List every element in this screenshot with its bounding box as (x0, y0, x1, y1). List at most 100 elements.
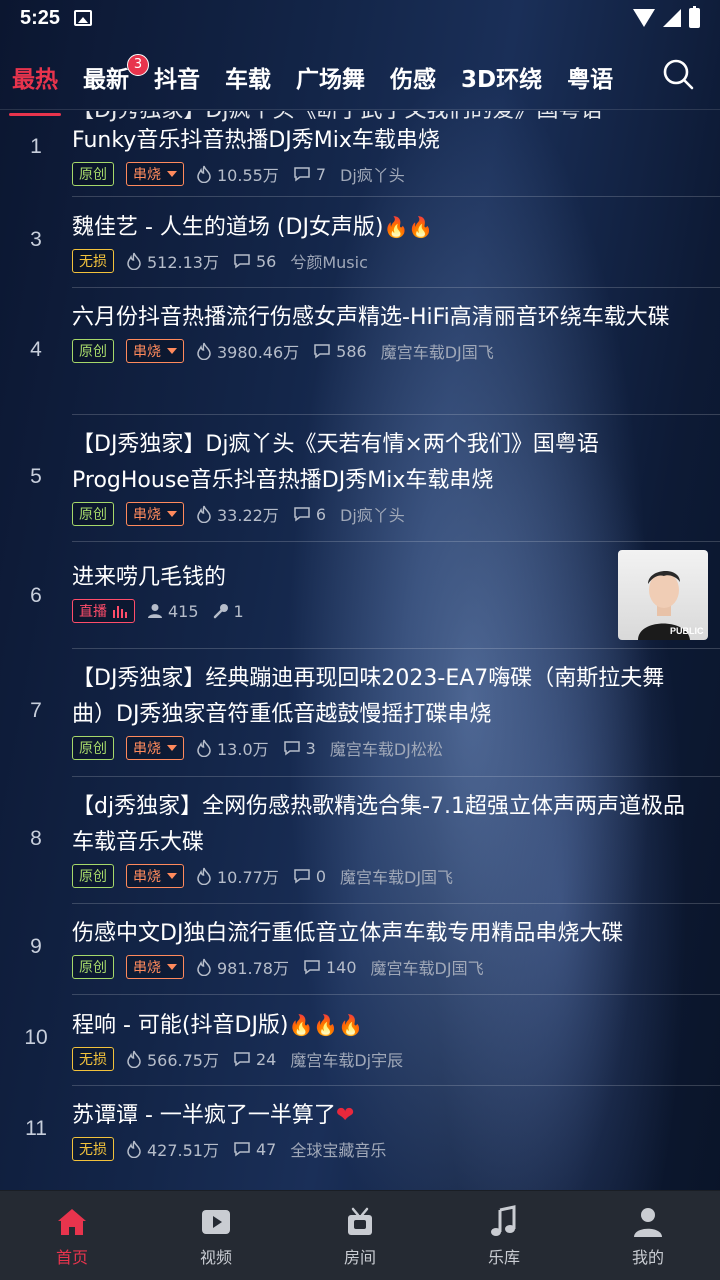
comment-icon (234, 1052, 250, 1067)
play-count-value: 13.0万 (217, 740, 269, 759)
comment-count-value: 7 (315, 164, 326, 184)
category-tabs: 最热 最新 3 抖音 车载 广场舞 伤感 3D环绕 粤语 (0, 44, 720, 116)
nav-video[interactable]: 视频 (144, 1191, 288, 1280)
flame-icon (197, 739, 211, 757)
nav-home[interactable]: 首页 (0, 1191, 144, 1280)
tab-sad[interactable]: 伤感 (390, 60, 436, 94)
status-icons (633, 6, 700, 28)
original-tag: 原创 (72, 864, 114, 888)
lossless-tag: 无损 (72, 249, 114, 273)
host-avatar-thumbnail[interactable]: PUBLIC (618, 550, 708, 640)
tab-newest-label: 最新 (83, 66, 129, 93)
list-item[interactable]: 3 魏佳艺 - 人生的道场 (DJ女声版)🔥🔥 无损 512.13万 56 兮颜… (30, 197, 720, 288)
chevron-down-icon (167, 511, 177, 517)
listener-count: 415 (147, 602, 199, 621)
tab-square-dance[interactable]: 广场舞 (296, 60, 365, 94)
song-meta: 无损 512.13万 56 兮颜Music (72, 246, 720, 276)
comment-icon (304, 960, 320, 975)
medley-tag[interactable]: 串烧 (126, 339, 184, 363)
comment-count: 3 (283, 739, 316, 758)
author-name: 魔宫车载DJ松松 (329, 740, 443, 759)
comment-icon (234, 254, 250, 269)
mic-count: 1 (213, 602, 244, 621)
search-icon[interactable] (662, 58, 694, 90)
author-name: 魔宫车载DJ国飞 (370, 959, 484, 978)
song-meta: 原创 串烧 33.22万 6 Dj疯丫头 (72, 499, 720, 529)
song-title-partial: 【DJ秀独家】Dj疯丫头《断了武了又我们的爱》国粤语 (72, 111, 720, 123)
comment-icon (294, 869, 310, 884)
nav-me-label: 我的 (631, 1247, 664, 1267)
play-count-value: 512.13万 (147, 253, 219, 272)
list-item[interactable]: 9 伤感中文DJ独白流行重低音立体声车载专用精品串烧大碟 原创 串烧 981.7… (30, 904, 720, 995)
status-time: 5:25 (20, 6, 61, 29)
song-title: 程响 - 可能(抖音DJ版) (72, 1013, 289, 1038)
play-count: 33.22万 (196, 502, 279, 526)
list-item[interactable]: 7 【DJ秀独家】经典蹦迪再现回味2023-EA7嗨碟（南斯拉夫舞曲）DJ秀独家… (30, 649, 720, 777)
comment-count: 6 (293, 505, 326, 524)
tab-cantonese[interactable]: 粤语 (567, 60, 613, 94)
song-title: 【dj秀独家】全网伤感热歌精选合集-7.1超强立体声两声道极品车载音乐大碟 (72, 794, 686, 855)
battery-icon (689, 6, 700, 28)
nav-me[interactable]: 我的 (576, 1191, 720, 1280)
live-room-item[interactable]: 6 进来唠几毛钱的 直播 415 1 PUBLIC (30, 542, 720, 649)
fire-icon: 🔥🔥 (383, 215, 434, 239)
original-tag: 原创 (72, 955, 114, 979)
play-count-value: 33.22万 (217, 506, 279, 525)
mic-count-value: 1 (233, 601, 244, 621)
medley-tag[interactable]: 串烧 (126, 864, 184, 888)
comment-count-value: 24 (256, 1049, 277, 1069)
medley-tag[interactable]: 串烧 (126, 955, 184, 979)
tab-newest[interactable]: 最新 3 (83, 53, 149, 94)
listener-count-value: 415 (168, 601, 199, 621)
fire-icon: 🔥🔥🔥 (288, 1013, 364, 1037)
rank-number: 11 (25, 1117, 47, 1140)
comment-count: 24 (233, 1050, 276, 1069)
original-tag: 原创 (72, 502, 114, 526)
comment-icon (294, 507, 310, 522)
song-title: 六月份抖音热播流行伤感女声精选-HiFi高清丽音环绕车载大碟 (72, 305, 670, 330)
tab-car[interactable]: 车载 (225, 60, 271, 94)
play-count: 981.78万 (196, 955, 289, 979)
original-tag: 原创 (72, 162, 114, 186)
list-item[interactable]: 5 【DJ秀独家】Dj疯丫头《天若有情×两个我们》国粤语ProgHouse音乐抖… (30, 415, 720, 542)
comment-icon (283, 741, 300, 756)
medley-tag[interactable]: 串烧 (126, 736, 184, 760)
song-meta: 原创 串烧 10.77万 0 魔宫车载DJ国飞 (72, 861, 720, 891)
comment-count-value: 47 (256, 1139, 277, 1159)
play-count: 427.51万 (126, 1137, 219, 1161)
song-meta: 原创 串烧 10.55万 7 Dj疯丫头 (72, 159, 720, 189)
nav-library-label: 乐库 (487, 1247, 520, 1267)
comment-count-value: 140 (326, 957, 357, 977)
list-item[interactable]: 10 程响 - 可能(抖音DJ版)🔥🔥🔥 无损 566.75万 24 魔宫车载D… (24, 995, 720, 1086)
song-title: 【DJ秀独家】经典蹦迪再现回味2023-EA7嗨碟（南斯拉夫舞曲）DJ秀独家音符… (72, 666, 665, 727)
comment-count: 47 (233, 1140, 276, 1159)
medley-tag[interactable]: 串烧 (126, 502, 184, 526)
play-count: 10.55万 (196, 162, 279, 186)
image-notification-icon (74, 10, 93, 26)
medley-tag[interactable]: 串烧 (126, 162, 184, 186)
list-item[interactable]: 4 六月份抖音热播流行伤感女声精选-HiFi高清丽音环绕车载大碟 原创 串烧 3… (30, 288, 720, 415)
tab-3d-surround[interactable]: 3D环绕 (461, 60, 542, 94)
flame-icon (197, 958, 211, 976)
list-item[interactable]: 1 【DJ秀独家】Dj疯丫头《断了武了又我们的爱》国粤语 Funky音乐抖音热播… (30, 111, 720, 197)
list-item[interactable]: 11 苏谭谭 - 一半疯了一半算了❤ 无损 427.51万 47 全球宝藏音乐 (25, 1086, 720, 1177)
rank-number: 7 (30, 699, 42, 722)
song-title-line: 苏谭谭 - 一半疯了一半算了❤ (72, 1098, 720, 1134)
song-title-line: 魏佳艺 - 人生的道场 (DJ女声版)🔥🔥 (72, 209, 720, 246)
tab-hottest[interactable]: 最热 (9, 60, 61, 116)
play-count-value: 3980.46万 (217, 343, 300, 362)
play-count: 566.75万 (126, 1047, 219, 1071)
tab-douyin[interactable]: 抖音 (154, 60, 200, 94)
song-title: 苏谭谭 - 一半疯了一半算了 (72, 1103, 336, 1128)
chevron-down-icon (167, 873, 177, 879)
play-count: 13.0万 (196, 736, 269, 760)
list-item[interactable]: 8 【dj秀独家】全网伤感热歌精选合集-7.1超强立体声两声道极品车载音乐大碟 … (30, 777, 720, 904)
medley-tag-label: 串烧 (133, 167, 161, 183)
nav-room[interactable]: 房间 (288, 1191, 432, 1280)
comment-icon (294, 167, 310, 182)
author-name: 兮颜Music (290, 253, 368, 272)
comment-count: 586 (313, 342, 367, 361)
song-title-line: 程响 - 可能(抖音DJ版)🔥🔥🔥 (72, 1007, 720, 1044)
flame-icon (197, 165, 211, 183)
nav-library[interactable]: 乐库 (432, 1191, 576, 1280)
